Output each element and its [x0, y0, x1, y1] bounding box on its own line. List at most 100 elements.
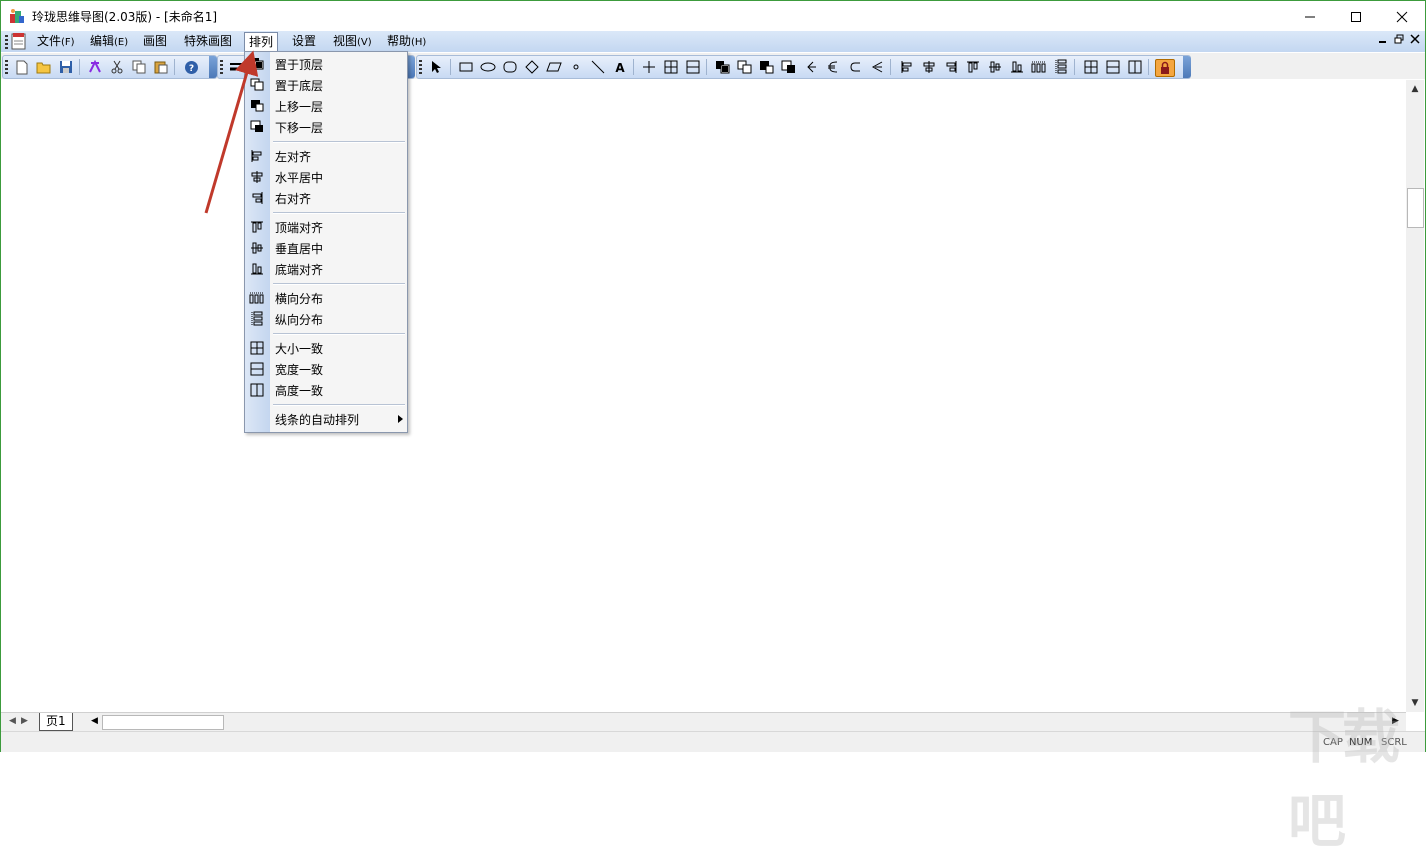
bring-to-front-icon[interactable] [714, 59, 732, 75]
menubar-grip[interactable] [5, 35, 8, 49]
menu-item-align-middle[interactable]: 垂直居中 [245, 237, 407, 258]
menu-item-align-center[interactable]: 水平居中 [245, 166, 407, 187]
same-width-icon[interactable] [1104, 59, 1122, 75]
toolbar-grip[interactable] [220, 60, 223, 74]
less-than-icon[interactable] [868, 59, 886, 75]
menu-edit[interactable]: 编辑(E) [86, 33, 132, 50]
menu-item-distribute-vertical[interactable]: 纵向分布 [245, 308, 407, 329]
lock-icon[interactable] [1155, 59, 1175, 77]
menu-help[interactable]: 帮助(H) [383, 33, 430, 50]
toolbar-separator [706, 59, 707, 75]
horizontal-scrollbar[interactable]: ◀ ▶ [88, 714, 1404, 730]
menu-item-label: 下移一层 [275, 121, 324, 135]
line-style-icon[interactable] [227, 59, 245, 75]
send-backward-icon[interactable] [780, 59, 798, 75]
close-button[interactable] [1379, 2, 1425, 31]
mdi-minimize-button[interactable] [1378, 34, 1388, 47]
help-icon[interactable]: ? [182, 59, 200, 75]
menu-item-bring-forward[interactable]: 上移一层 [245, 95, 407, 116]
menu-file-label: 文件 [37, 34, 62, 48]
toolbar-separator [633, 59, 634, 75]
same-height-icon[interactable] [1126, 59, 1144, 75]
left-arrow-shape-icon[interactable] [802, 59, 820, 75]
menu-item-distribute-horizontal[interactable]: 横向分布 [245, 287, 407, 308]
ellipse-icon[interactable] [479, 59, 497, 75]
cut-icon[interactable] [108, 59, 126, 75]
tab-prev-icon[interactable]: ◀ [9, 716, 16, 726]
toolbar-grip[interactable] [419, 60, 422, 74]
menu-item-label: 横向分布 [275, 292, 324, 306]
point-icon[interactable] [567, 59, 585, 75]
menu-item-bring-to-front[interactable]: 置于顶层 [245, 53, 407, 74]
save-icon[interactable] [57, 59, 75, 75]
undo-icon[interactable] [86, 59, 104, 75]
grid-cross-icon[interactable] [662, 59, 680, 75]
menu-arrange[interactable]: 排列 [244, 32, 279, 52]
mdi-restore-button[interactable] [1394, 34, 1404, 47]
menu-item-label: 垂直居中 [275, 242, 324, 256]
drawing-canvas[interactable] [2, 80, 1406, 711]
scroll-left-icon[interactable]: ◀ [91, 716, 98, 726]
tab-next-icon[interactable]: ▶ [21, 716, 28, 726]
distribute-vertical-icon[interactable] [1052, 59, 1070, 75]
euro-shape-icon[interactable] [824, 59, 842, 75]
parallelogram-icon[interactable] [545, 59, 563, 75]
open-folder-icon[interactable] [35, 59, 53, 75]
menu-item-same-size[interactable]: 大小一致 [245, 337, 407, 358]
align-bottom-icon[interactable] [1008, 59, 1026, 75]
menu-item-send-to-back[interactable]: 置于底层 [245, 74, 407, 95]
menu-edit-accel: (E) [114, 37, 129, 48]
line-icon[interactable] [589, 59, 607, 75]
toolbar-separator [890, 59, 891, 75]
menu-item-align-top[interactable]: 顶端对齐 [245, 216, 407, 237]
pointer-icon[interactable] [427, 59, 445, 75]
same-size-icon [249, 340, 265, 355]
minimize-button[interactable] [1287, 2, 1333, 31]
menu-settings[interactable]: 设置 [288, 33, 320, 50]
menu-item-same-height[interactable]: 高度一致 [245, 379, 407, 400]
rectangle-icon[interactable] [457, 59, 475, 75]
menu-draw-label: 画图 [143, 34, 168, 48]
send-to-back-icon[interactable] [736, 59, 754, 75]
bring-forward-icon[interactable] [758, 59, 776, 75]
vertical-scrollbar[interactable]: ▲ ▼ [1406, 80, 1424, 712]
maximize-button[interactable] [1333, 2, 1379, 31]
menu-item-align-bottom[interactable]: 底端对齐 [245, 258, 407, 279]
menu-draw[interactable]: 画图 [139, 33, 171, 50]
menu-item-align-left[interactable]: 左对齐 [245, 145, 407, 166]
copy-icon[interactable] [130, 59, 148, 75]
menu-file[interactable]: 文件(F) [33, 33, 79, 50]
cross-icon[interactable] [640, 59, 658, 75]
text-icon[interactable]: A [611, 59, 629, 75]
scroll-up-icon[interactable]: ▲ [1406, 80, 1424, 98]
subset-icon[interactable] [846, 59, 864, 75]
menu-item-auto-arrange-lines[interactable]: 线条的自动排列 [245, 408, 407, 429]
toolbar-grip[interactable] [5, 60, 8, 74]
toolbar-overflow-button[interactable] [407, 56, 415, 78]
menu-item-label: 大小一致 [275, 342, 324, 356]
align-middle-vertical-icon[interactable] [986, 59, 1004, 75]
align-center-horizontal-icon[interactable] [920, 59, 938, 75]
toolbar-overflow-button[interactable] [209, 56, 217, 78]
align-top-icon[interactable] [964, 59, 982, 75]
menu-view[interactable]: 视图(V) [329, 33, 376, 50]
rounded-rect-icon[interactable] [501, 59, 519, 75]
diamond-icon[interactable] [523, 59, 541, 75]
mdi-close-button[interactable] [1410, 34, 1420, 47]
horizontal-scroll-thumb[interactable] [102, 715, 224, 730]
paste-icon[interactable] [152, 59, 170, 75]
distribute-horizontal-icon[interactable] [1030, 59, 1048, 75]
align-left-icon[interactable] [898, 59, 916, 75]
toolbar-overflow-button[interactable] [1183, 56, 1191, 78]
menu-special-draw[interactable]: 特殊画图 [180, 33, 236, 50]
box-minus-icon[interactable] [684, 59, 702, 75]
vertical-scroll-thumb[interactable] [1407, 188, 1424, 228]
menu-item-align-right[interactable]: 右对齐 [245, 187, 407, 208]
align-right-icon[interactable] [942, 59, 960, 75]
menu-file-accel: (F) [61, 37, 75, 48]
menu-item-send-backward[interactable]: 下移一层 [245, 116, 407, 137]
new-file-icon[interactable] [13, 59, 31, 75]
same-size-icon[interactable] [1082, 59, 1100, 75]
menu-item-same-width[interactable]: 宽度一致 [245, 358, 407, 379]
page-tab[interactable]: 页1 [39, 713, 73, 731]
